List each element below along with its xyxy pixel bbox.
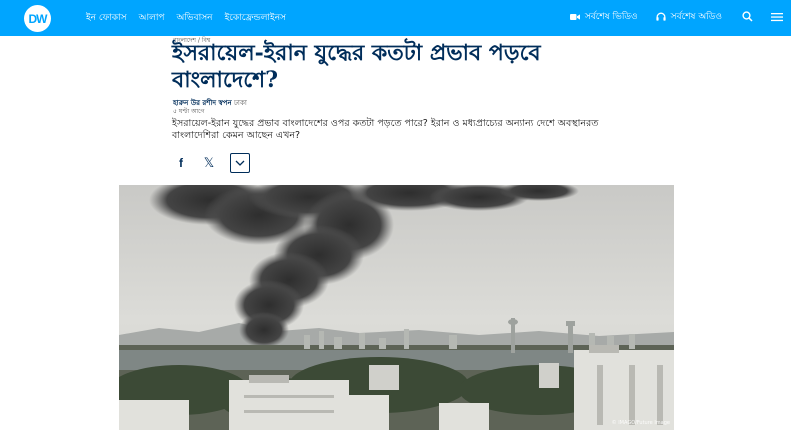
latest-video-link[interactable]: সর্বশেষ ভিডিও bbox=[569, 9, 638, 24]
chevron-down-icon bbox=[235, 160, 245, 166]
article-hero-image[interactable]: © IMAGO/Future Image bbox=[119, 185, 674, 430]
menu-icon[interactable] bbox=[771, 12, 783, 22]
article-headline: ইসরায়েল-ইরান যুদ্ধের কতটা প্রভাব পড়বে … bbox=[172, 40, 541, 93]
headphones-icon bbox=[656, 12, 666, 21]
top-navigation-bar: DW ইন ফোকাস আলাপ অভিবাসন ইকোফ্রেন্ডলাইনস… bbox=[0, 0, 791, 36]
latest-audio-link[interactable]: সর্বশেষ অডিও bbox=[656, 9, 722, 24]
header-actions: সর্বশেষ ভিডিও সর্বশেষ অডিও bbox=[569, 9, 783, 24]
dw-logo[interactable]: DW bbox=[24, 5, 51, 32]
nav-item-alap[interactable]: আলাপ bbox=[139, 12, 165, 24]
author-location: ঢাকা bbox=[233, 99, 247, 107]
tehran-smoke-photo bbox=[119, 185, 674, 430]
x-share-icon[interactable]: 𝕏 bbox=[202, 155, 216, 171]
share-bar: f 𝕏 bbox=[174, 153, 250, 173]
facebook-share-icon[interactable]: f bbox=[174, 156, 188, 170]
article-summary: ইসরায়েল-ইরান যুদ্ধের প্রভাব বাংলাদেশের … bbox=[172, 118, 599, 141]
search-icon[interactable] bbox=[742, 11, 753, 22]
nav-item-in-focus[interactable]: ইন ফোকাস bbox=[86, 12, 127, 24]
main-nav: ইন ফোকাস আলাপ অভিবাসন ইকোফ্রেন্ডলাইনস bbox=[86, 12, 286, 24]
publish-time: ৫ ঘণ্টা আগে bbox=[173, 108, 205, 115]
nav-item-migration[interactable]: অভিবাসন bbox=[177, 12, 213, 24]
latest-audio-label: সর্বশেষ অডিও bbox=[670, 12, 722, 22]
logo-text: DW bbox=[28, 11, 48, 26]
image-credit: © IMAGO/Future Image bbox=[611, 420, 670, 426]
nav-item-ecofriendlines[interactable]: ইকোফ্রেন্ডলাইনস bbox=[225, 12, 286, 24]
video-camera-icon bbox=[569, 13, 580, 21]
more-share-button[interactable] bbox=[230, 153, 250, 173]
latest-video-label: সর্বশেষ ভিডিও bbox=[584, 12, 638, 22]
